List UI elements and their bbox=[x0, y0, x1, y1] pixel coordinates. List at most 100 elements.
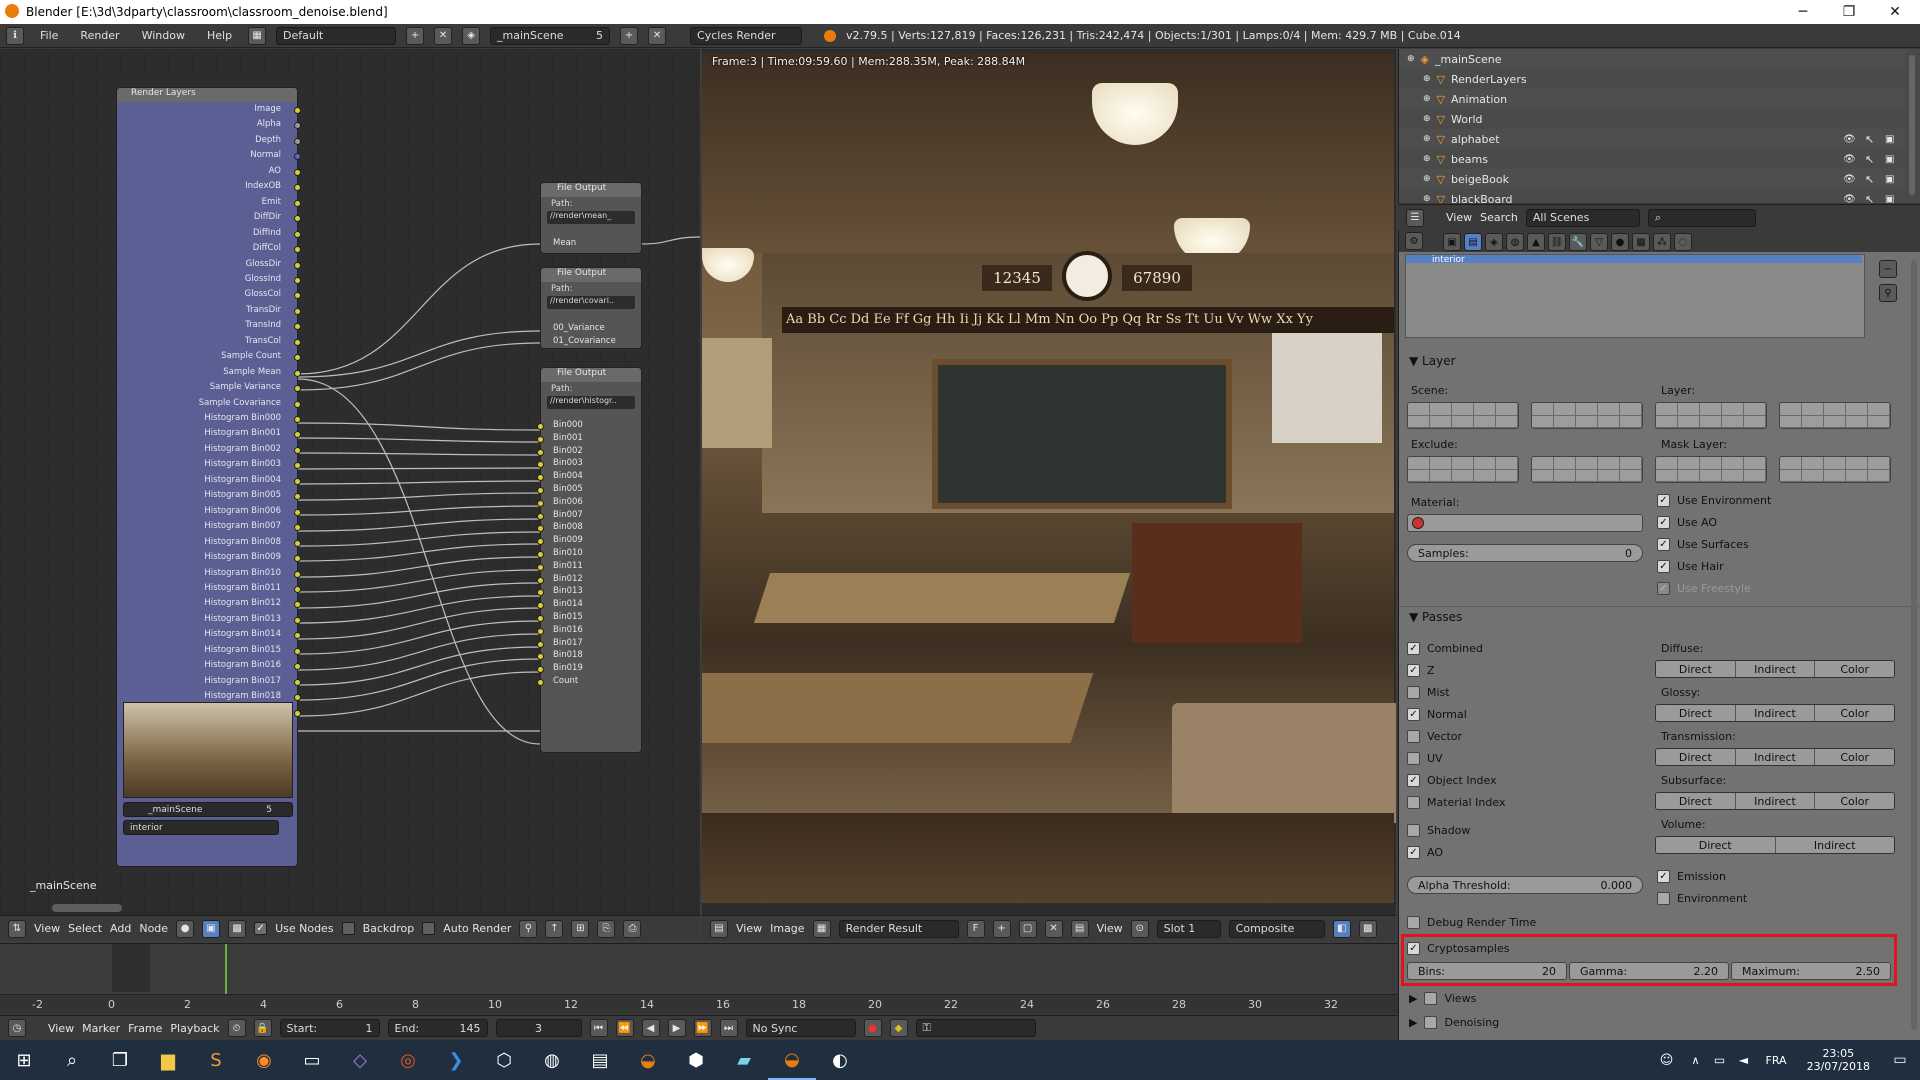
display-mode-selector[interactable]: All Scenes bbox=[1525, 208, 1640, 227]
subsurface-direct-button[interactable]: Direct bbox=[1656, 793, 1736, 809]
view-mode-icon[interactable]: ▤ bbox=[1070, 919, 1089, 938]
output-socket-icon[interactable] bbox=[294, 199, 301, 207]
menu-window[interactable]: Window bbox=[136, 29, 191, 42]
pass-checkbox[interactable]: ✓ Mist bbox=[1407, 686, 1450, 699]
transmission-direct-button[interactable]: Direct bbox=[1656, 749, 1736, 765]
bins-field[interactable]: Bins: 20 bbox=[1407, 962, 1567, 980]
use-freestyle-checkbox[interactable]: ✓ Use Freestyle bbox=[1657, 582, 1751, 595]
lock-icon[interactable]: 🔒 bbox=[253, 1019, 272, 1037]
input-socket-icon[interactable] bbox=[537, 615, 544, 622]
visibility-eye-icon[interactable]: 👁 bbox=[1843, 134, 1856, 145]
snap-icon[interactable]: ⊞ bbox=[571, 919, 590, 938]
output-socket-icon[interactable] bbox=[294, 400, 301, 408]
render-layers-scene-selector[interactable]: _mainScene 5 bbox=[123, 802, 293, 817]
output-socket-icon[interactable] bbox=[294, 585, 301, 593]
maximize-button[interactable]: ❐ bbox=[1826, 0, 1872, 24]
auto-render-checkbox[interactable]: ✓ bbox=[422, 922, 436, 935]
visibility-eye-icon[interactable]: 👁 bbox=[1843, 194, 1856, 204]
pass-checkbox[interactable]: ✓ Vector bbox=[1407, 730, 1462, 743]
output-socket-icon[interactable] bbox=[294, 416, 301, 423]
output-socket-icon[interactable] bbox=[294, 709, 301, 717]
outliner-row[interactable]: ⊕ ▽ beams 👁 ↖ ▣ bbox=[1399, 149, 1905, 169]
views-checkbox[interactable]: ✓ bbox=[1424, 992, 1438, 1005]
pass-checkbox[interactable]: ✓ Object Index bbox=[1407, 774, 1497, 787]
emission-checkbox[interactable]: ✓ Emission bbox=[1657, 870, 1726, 883]
output-socket-icon[interactable] bbox=[294, 230, 301, 238]
pass-checkbox[interactable]: ✓ Normal bbox=[1407, 708, 1467, 721]
alpha-channel-icon[interactable]: ▩ bbox=[1358, 919, 1377, 938]
menu-playback[interactable]: Playback bbox=[170, 1022, 219, 1035]
render-layers-tab-icon[interactable]: ▤ bbox=[1464, 233, 1482, 251]
output-socket-icon[interactable] bbox=[294, 477, 301, 485]
fake-user-button[interactable]: F bbox=[966, 919, 985, 938]
properties-editor[interactable]: ⚙ ▣ ▤ ◈ ◍ ▲ ⛓ 🔧 ▽ ● ▩ ⁂ ◌ interior − ⚲ ▼… bbox=[1398, 230, 1920, 1040]
object-tab-icon[interactable]: ▲ bbox=[1527, 233, 1545, 251]
visibility-eye-icon[interactable]: 👁 bbox=[1843, 154, 1856, 165]
sublime-text-icon[interactable]: S bbox=[192, 1040, 240, 1080]
path-field[interactable]: //render\histogr.. bbox=[547, 396, 635, 409]
subsurface-indirect-button[interactable]: Indirect bbox=[1735, 793, 1816, 809]
output-socket-icon[interactable] bbox=[294, 539, 301, 547]
render-tab-icon[interactable]: ▣ bbox=[1443, 233, 1461, 251]
render-layers-layer-selector[interactable]: interior bbox=[123, 820, 279, 835]
jump-keyframe-back-icon[interactable]: ⏪ bbox=[615, 1019, 634, 1037]
keying-set-field[interactable]: ⚿ bbox=[915, 1019, 1036, 1037]
render-layers-list[interactable]: interior bbox=[1405, 254, 1865, 338]
volume-buttons[interactable]: Direct Indirect bbox=[1655, 836, 1895, 854]
path-field[interactable]: //render\covari.. bbox=[547, 296, 635, 309]
editor-type-icon[interactable]: ⚙ bbox=[1405, 232, 1423, 250]
expand-toggle-icon[interactable]: ⊕ bbox=[1423, 194, 1431, 203]
diffuse-buttons[interactable]: Direct Indirect Color bbox=[1655, 660, 1895, 678]
menu-frame[interactable]: Frame bbox=[128, 1022, 162, 1035]
gamma-field[interactable]: Gamma: 2.20 bbox=[1569, 962, 1729, 980]
use-nodes-checkbox[interactable]: ✓ bbox=[254, 922, 268, 935]
remove-layout-icon[interactable]: ✕ bbox=[434, 26, 453, 45]
play-reverse-icon[interactable]: ◀ bbox=[641, 1019, 660, 1037]
material-override-field[interactable] bbox=[1407, 514, 1643, 532]
output-socket-icon[interactable] bbox=[294, 338, 301, 346]
output-socket-icon[interactable] bbox=[294, 307, 301, 315]
volume-icon[interactable]: ◄ bbox=[1732, 1040, 1756, 1080]
output-socket-icon[interactable] bbox=[294, 508, 301, 516]
output-socket-icon[interactable] bbox=[294, 168, 301, 176]
diffuse-color-button[interactable]: Color bbox=[1815, 661, 1894, 677]
input-socket-icon[interactable] bbox=[537, 576, 544, 584]
network-icon[interactable]: ▭ bbox=[1708, 1040, 1732, 1080]
file-explorer-icon[interactable]: ▆ bbox=[144, 1040, 192, 1080]
current-frame-field[interactable]: 3 bbox=[495, 1019, 582, 1037]
outliner-search-input[interactable]: ⌕ bbox=[1647, 208, 1756, 227]
input-socket-icon[interactable] bbox=[537, 679, 544, 686]
preview-range-icon[interactable]: ⏲ bbox=[227, 1019, 246, 1037]
scene-layers-grid-a[interactable] bbox=[1407, 402, 1519, 429]
renderable-camera-icon[interactable]: ▣ bbox=[1885, 194, 1894, 204]
editor-type-icon[interactable]: ☰ bbox=[1406, 208, 1424, 227]
add-layout-icon[interactable]: + bbox=[406, 26, 425, 45]
play-icon[interactable]: ▶ bbox=[667, 1019, 686, 1037]
menu-add[interactable]: Add bbox=[110, 922, 131, 935]
output-socket-icon[interactable] bbox=[294, 570, 301, 578]
expand-toggle-icon[interactable]: ⊕ bbox=[1423, 134, 1431, 144]
file-output-node-covariance[interactable]: File Output Path: //render\covari.. 00_V… bbox=[540, 267, 642, 349]
add-scene-icon[interactable]: + bbox=[620, 26, 639, 45]
render-layer-item[interactable]: interior bbox=[1406, 255, 1862, 263]
world-tab-icon[interactable]: ◍ bbox=[1506, 233, 1524, 251]
outliner-row[interactable]: ⊕ ▽ alphabet 👁 ↖ ▣ bbox=[1399, 129, 1905, 149]
diffuse-indirect-button[interactable]: Indirect bbox=[1735, 661, 1816, 677]
outliner-row[interactable]: ⊕ ▽ blackBoard 👁 ↖ ▣ bbox=[1399, 189, 1905, 204]
pass-selector[interactable]: Composite bbox=[1228, 919, 1325, 938]
render-layers-node[interactable]: Render Layers Image Alpha Depth Normal AO Ind… bbox=[116, 87, 301, 867]
layer-panel-title[interactable]: ▼ Layer bbox=[1409, 354, 1456, 368]
sync-mode-selector[interactable]: No Sync bbox=[745, 1019, 856, 1037]
input-socket-icon[interactable] bbox=[537, 602, 544, 610]
glossy-direct-button[interactable]: Direct bbox=[1656, 705, 1736, 721]
editor-type-icon[interactable]: ⇅ bbox=[8, 919, 26, 938]
glossy-buttons[interactable]: Direct Indirect Color bbox=[1655, 704, 1895, 722]
outliner-scrollbar[interactable] bbox=[1909, 55, 1915, 195]
outliner-row[interactable]: ⊕ ▽ Animation bbox=[1399, 89, 1905, 109]
unity-alt-icon[interactable]: ⬢ bbox=[672, 1040, 720, 1080]
unlink-image-icon[interactable]: ✕ bbox=[1044, 919, 1063, 938]
output-socket-icon[interactable] bbox=[294, 107, 301, 114]
renderable-camera-icon[interactable]: ▣ bbox=[1885, 174, 1894, 185]
scene-layers-grid-b[interactable] bbox=[1531, 402, 1643, 429]
jump-keyframe-forward-icon[interactable]: ⏩ bbox=[693, 1019, 712, 1037]
